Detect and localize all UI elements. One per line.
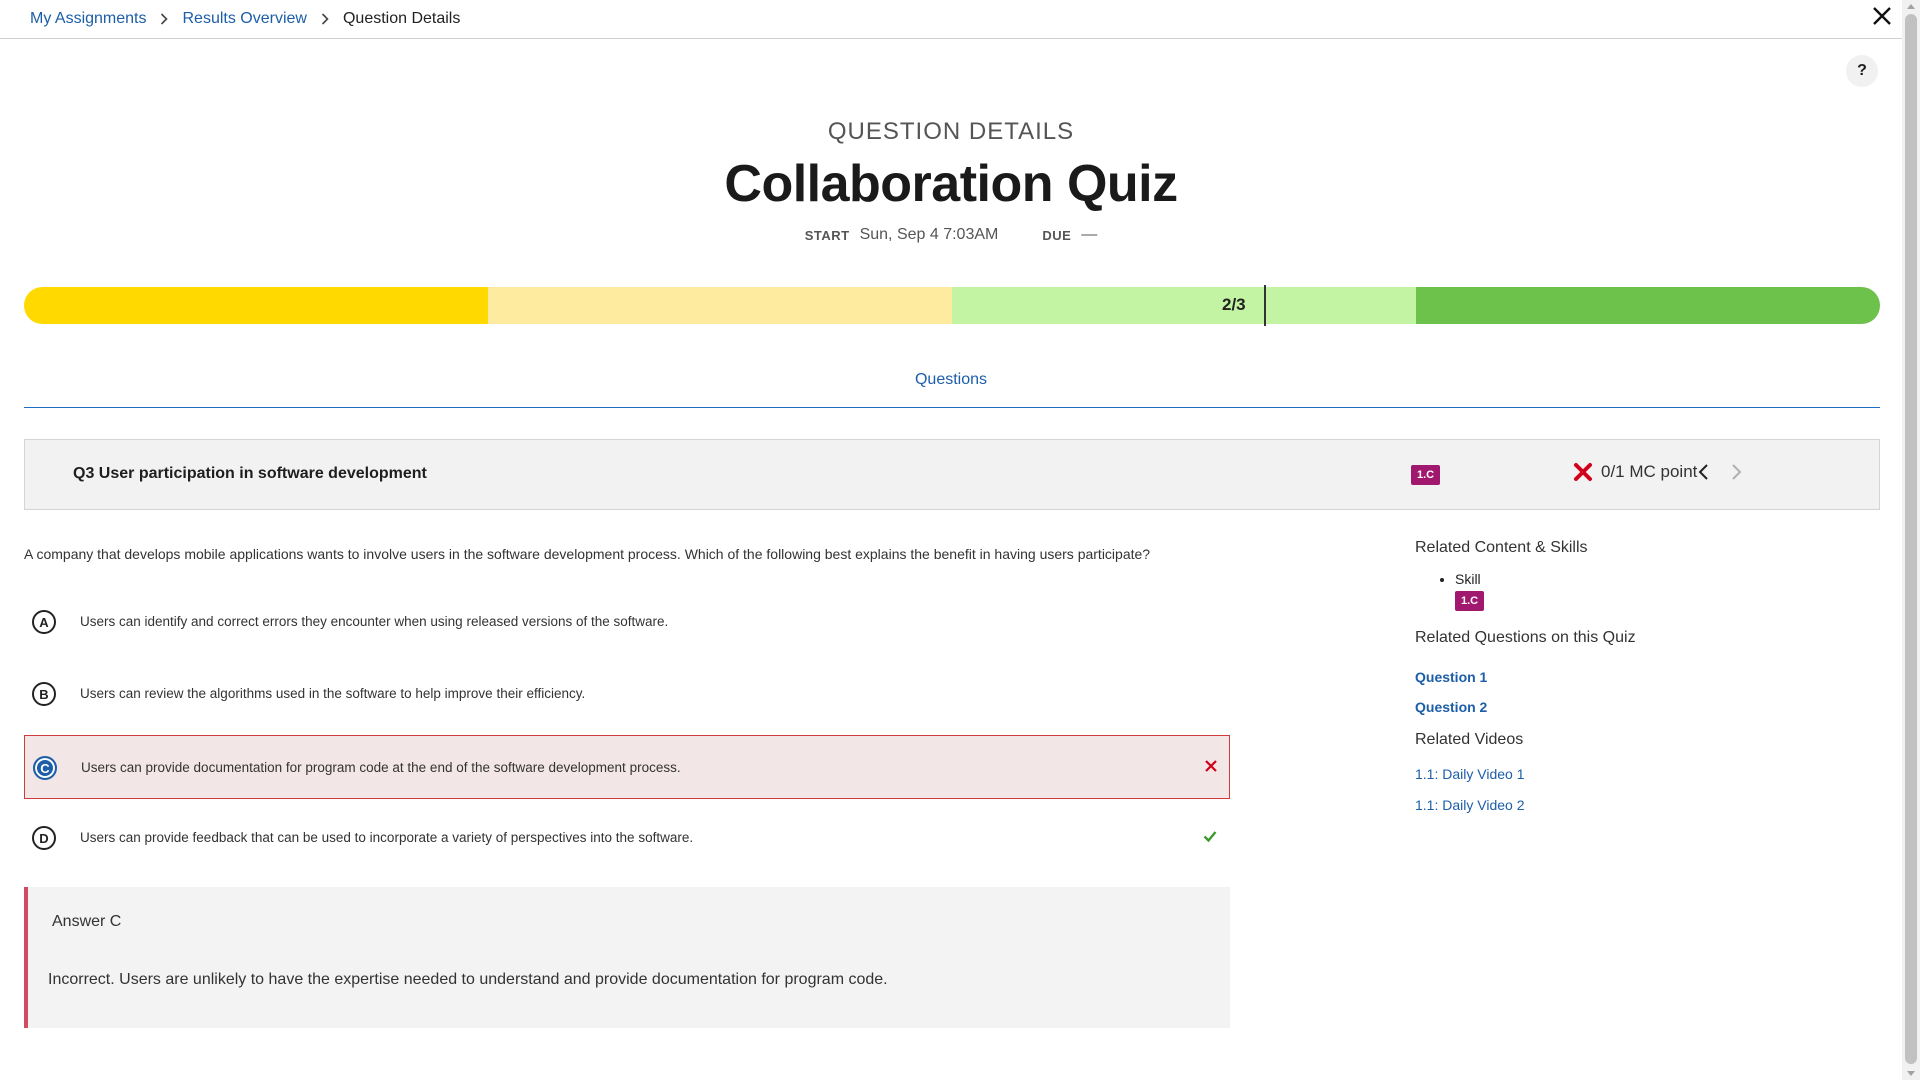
chevron-right-icon — [160, 13, 169, 25]
related-content-heading: Related Content & Skills — [1415, 539, 1588, 556]
related-question-2-link[interactable]: Question 2 — [1415, 699, 1875, 715]
close-icon — [1873, 7, 1891, 25]
chevron-left-icon — [1698, 464, 1708, 480]
progress-band-4 — [1416, 287, 1880, 324]
breadcrumb-current: Question Details — [342, 10, 461, 27]
skill-list: Skill — [1455, 571, 1875, 587]
progress-label: 2/3 — [1222, 295, 1246, 314]
due-value: — — [1081, 226, 1098, 243]
option-letter: C — [33, 756, 57, 780]
option-text: Users can provide documentation for prog… — [81, 760, 681, 775]
breadcrumb-my-assignments[interactable]: My Assignments — [30, 10, 146, 28]
skill-badge: 1.C — [1411, 465, 1441, 485]
page-subtitle: QUESTION DETAILS — [827, 118, 1075, 145]
breadcrumb-results-overview[interactable]: Results Overview — [182, 10, 306, 28]
page-title: Collaboration Quiz — [724, 155, 1178, 213]
option-letter: D — [32, 826, 56, 850]
page-header: QUESTION DETAILS Collaboration Quiz STAR… — [0, 118, 1902, 244]
related-sidebar: Related Content & Skills Skill 1.C Relat… — [1415, 539, 1875, 813]
question-prompt: A company that develops mobile applicati… — [24, 546, 1151, 562]
score-text: 0/1 MC point — [1601, 462, 1698, 481]
close-button[interactable] — [1862, 0, 1902, 32]
related-video-2-link[interactable]: 1.1: Daily Video 2 — [1415, 797, 1875, 813]
incorrect-x-icon — [1574, 463, 1592, 481]
option-text: Users can identify and correct errors th… — [80, 614, 669, 629]
related-questions-heading: Related Questions on this Quiz — [1415, 629, 1636, 646]
answer-option-b[interactable]: B Users can review the algorithms used i… — [24, 662, 1230, 726]
option-text: Users can review the algorithms used in … — [80, 686, 586, 701]
related-videos-heading: Related Videos — [1415, 731, 1524, 748]
breadcrumb: My Assignments Results Overview Question… — [30, 0, 460, 38]
answer-explanation: Answer C Incorrect. Users are unlikely t… — [24, 887, 1230, 1028]
due-label: DUE — [1042, 227, 1072, 243]
previous-question-button[interactable] — [1697, 462, 1711, 487]
scrollbar-thumb[interactable] — [1905, 14, 1917, 1064]
tab-questions[interactable]: Questions — [0, 371, 1902, 389]
explanation-text: Incorrect. Users are unlikely to have th… — [48, 971, 888, 988]
scroll-up-arrow-icon[interactable] — [1907, 4, 1915, 9]
answer-option-c[interactable]: C Users can provide documentation for pr… — [24, 735, 1230, 799]
skill-label: Skill — [1455, 571, 1875, 587]
chevron-right-icon — [321, 13, 329, 25]
option-text: Users can provide feedback that can be u… — [80, 830, 694, 845]
answer-option-d[interactable]: D Users can provide feedback that can be… — [24, 806, 1230, 870]
question-score: 0/1 MC point — [1573, 462, 1697, 482]
assignment-dates: START Sun, Sep 4 7:03AM DUE — — [0, 226, 1902, 244]
option-letter: A — [32, 610, 56, 634]
top-bar: My Assignments Results Overview Question… — [0, 0, 1920, 39]
scroll-down-arrow-icon[interactable] — [1907, 1071, 1915, 1076]
question-title: Q3 User participation in software develo… — [73, 465, 427, 482]
help-button[interactable]: ? — [1846, 55, 1878, 87]
skill-badge: 1.C — [1455, 591, 1485, 611]
incorrect-x-icon — [1203, 758, 1219, 779]
related-question-1-link[interactable]: Question 1 — [1415, 669, 1875, 685]
start-label: START — [804, 227, 850, 243]
question-header: Q3 User participation in software develo… — [24, 439, 1880, 510]
option-letter: B — [32, 682, 56, 706]
start-value: Sun, Sep 4 7:03AM — [859, 226, 999, 243]
chevron-right-icon — [1732, 464, 1742, 480]
progress-marker — [1264, 285, 1266, 326]
next-question-button[interactable] — [1729, 462, 1743, 487]
explanation-title: Answer C — [52, 913, 122, 930]
related-video-1-link[interactable]: 1.1: Daily Video 1 — [1415, 766, 1875, 782]
tab-divider — [24, 407, 1880, 408]
correct-check-icon — [1202, 828, 1218, 849]
score-progress-bar — [24, 287, 1880, 324]
answer-option-a[interactable]: A Users can identify and correct errors … — [24, 590, 1230, 654]
progress-band-2 — [488, 287, 952, 324]
scrollbar[interactable] — [1902, 0, 1920, 1080]
progress-band-3 — [952, 287, 1416, 324]
progress-band-1 — [24, 287, 488, 324]
